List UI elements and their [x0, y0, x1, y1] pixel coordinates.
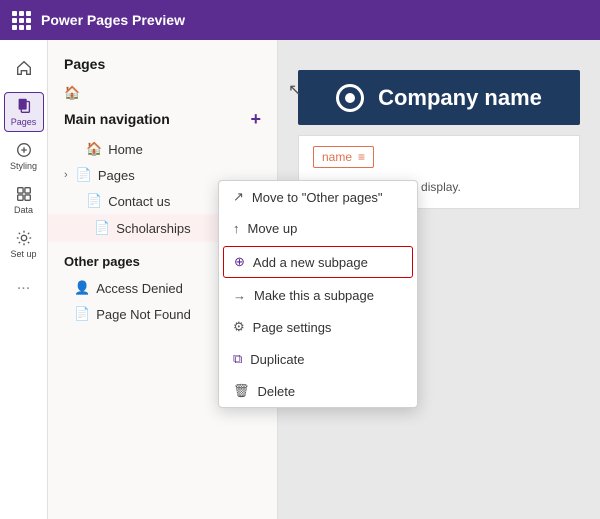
page-settings-icon: ⚙ [233, 319, 245, 335]
menu-page-settings-label: Page settings [253, 320, 332, 335]
nav-pages-label: Pages [11, 117, 37, 127]
nav-more[interactable]: ... [17, 276, 30, 294]
preview-field-icon: ≡ [358, 150, 365, 164]
sidebar: Pages 🏠 Main navigation + 🏠 Home › 📄 Pag… [48, 40, 278, 519]
menu-add-subpage-label: Add a new subpage [253, 255, 368, 270]
apps-grid-icon[interactable] [12, 11, 31, 30]
add-subpage-icon: ⊕ [234, 254, 245, 270]
nav-home[interactable] [4, 48, 44, 88]
menu-add-subpage[interactable]: ⊕ Add a new subpage [223, 246, 413, 278]
menu-move-up[interactable]: ↑ Move up [219, 213, 417, 244]
sidebar-title: Pages [64, 56, 105, 72]
make-subpage-icon: → [233, 288, 246, 303]
topbar: Power Pages Preview [0, 0, 600, 40]
app-title: Power Pages Preview [41, 12, 185, 28]
sidebar-item-home[interactable]: 🏠 Home [48, 136, 277, 162]
pages-icon: 📄 [76, 167, 92, 183]
sidebar-item-scholarships-label: Scholarships [116, 221, 231, 236]
nav-data-label: Data [14, 205, 33, 215]
contact-icon: 📄 [86, 193, 102, 209]
menu-make-subpage-label: Make this a subpage [254, 288, 374, 303]
menu-delete[interactable]: 🗑 Delete [219, 375, 417, 407]
company-name-text: Company name [378, 85, 542, 111]
sidebar-home-icon-row[interactable]: 🏠 [48, 80, 277, 106]
move-up-icon: ↑ [233, 221, 240, 236]
left-nav: Pages Styling Data Set up ... [0, 40, 48, 519]
preview-field-label: name [322, 150, 352, 164]
home-page-icon: 🏠 [86, 141, 102, 157]
access-denied-icon: 👤 [74, 280, 90, 296]
nav-pages[interactable]: Pages [4, 92, 44, 132]
company-logo-icon [336, 84, 364, 112]
main-layout: Pages Styling Data Set up ... [0, 40, 600, 519]
nav-styling-label: Styling [10, 161, 37, 171]
preview-header-bar: Company name [298, 70, 580, 125]
duplicate-icon: ⧉ [233, 351, 242, 367]
scholarships-icon: 📄 [94, 220, 110, 236]
main-nav-label: Main navigation [64, 111, 170, 127]
sidebar-header: Pages [48, 52, 277, 80]
main-nav-header: Main navigation + [48, 106, 277, 136]
chevron-right-icon: › [64, 169, 68, 181]
home-icon: 🏠 [64, 85, 80, 101]
move-other-icon: ↗ [233, 189, 244, 205]
menu-delete-label: Delete [258, 384, 296, 399]
delete-icon: 🗑 [233, 383, 250, 399]
nav-styling[interactable]: Styling [4, 136, 44, 176]
not-found-icon: 📄 [74, 306, 90, 322]
context-menu: ↗ Move to "Other pages" ↑ Move up ⊕ Add … [218, 180, 418, 408]
nav-setup-label: Set up [10, 249, 36, 259]
preview-field: name ≡ [313, 146, 374, 168]
resize-arrow-icon: ↖ [288, 80, 301, 100]
menu-make-subpage[interactable]: → Make this a subpage [219, 280, 417, 311]
menu-duplicate[interactable]: ⧉ Duplicate [219, 343, 417, 375]
menu-move-other[interactable]: ↗ Move to "Other pages" [219, 181, 417, 213]
nav-setup[interactable]: Set up [4, 224, 44, 264]
menu-move-other-label: Move to "Other pages" [252, 190, 383, 205]
add-page-button[interactable]: + [250, 110, 261, 128]
nav-data[interactable]: Data [4, 180, 44, 220]
menu-page-settings[interactable]: ⚙ Page settings [219, 311, 417, 343]
menu-move-up-label: Move up [248, 221, 298, 236]
menu-duplicate-label: Duplicate [250, 352, 304, 367]
sidebar-item-home-label: Home [108, 142, 261, 157]
